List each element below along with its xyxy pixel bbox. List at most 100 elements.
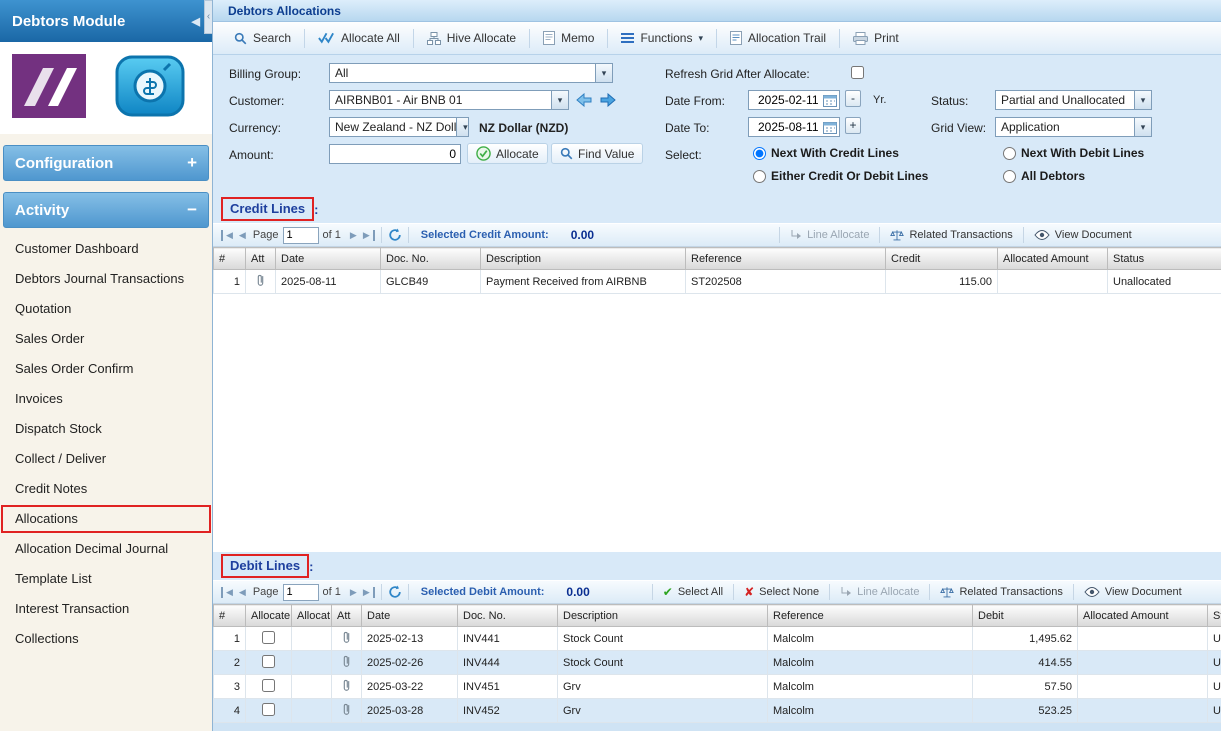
sidebar-item-collect-deliver[interactable]: Collect / Deliver [0,444,212,474]
first-page-button[interactable]: ◀ [221,587,236,598]
col-allocated-amount[interactable]: Allocated Amount [1078,605,1208,627]
print-button[interactable]: Print [844,27,908,49]
allocate-button[interactable]: Allocate [467,143,548,164]
find-value-button[interactable]: Find Value [551,143,643,164]
sidebar-section-configuration[interactable]: Configuration + [3,145,209,181]
sidebar-collapse-icon[interactable]: ◀ [192,15,200,28]
col-credit[interactable]: Credit [886,248,998,270]
date-from-input[interactable] [754,91,823,109]
dropdown-arrow-icon[interactable]: ▾ [595,64,612,82]
memo-button[interactable]: Memo [534,27,603,49]
sidebar-item-credit-notes[interactable]: Credit Notes [0,474,212,504]
first-page-button[interactable]: ◀ [221,230,236,241]
date-to-field[interactable] [748,117,840,137]
dropdown-arrow-icon[interactable]: ▾ [551,91,568,109]
date-to-input[interactable] [754,118,823,136]
dropdown-arrow-icon[interactable]: ▾ [456,118,469,136]
previous-page-button[interactable]: ◀ [236,587,249,598]
next-customer-button[interactable] [597,90,619,109]
collapse-icon[interactable]: − [187,200,197,220]
col-date[interactable]: Date [362,605,458,627]
radio-next-with-debit-lines[interactable]: Next With Debit Lines [1003,146,1144,160]
functions-menu-button[interactable]: Functions ▾ [612,27,712,49]
credit-row[interactable]: 1 2025-08-11 GLCB49 Payment Received fro… [214,270,1221,294]
allocate-checkbox-cell[interactable] [246,651,292,675]
col-status[interactable]: Status [1108,248,1221,270]
refresh-grid-checkbox[interactable] [851,66,864,79]
sidebar-splitter-handle[interactable]: ‹ [204,0,212,34]
related-transactions-button[interactable]: Related Transactions [936,586,1066,599]
search-button[interactable]: Search [225,27,300,49]
attachment-cell[interactable] [246,270,276,294]
refresh-button[interactable] [388,585,402,599]
sidebar-item-template-list[interactable]: Template List [0,564,212,594]
sidebar-item-interest-transaction[interactable]: Interest Transaction [0,594,212,624]
col-number[interactable]: # [214,248,246,270]
col-allocated[interactable]: Allocat [292,605,332,627]
attachment-cell[interactable] [332,699,362,723]
allocate-all-button[interactable]: Allocate All [309,27,409,49]
related-transactions-button[interactable]: Related Transactions [886,229,1016,242]
col-description[interactable]: Description [481,248,686,270]
expand-icon[interactable]: + [187,153,197,173]
attachment-cell[interactable] [332,627,362,651]
dropdown-arrow-icon[interactable]: ▾ [1134,91,1151,109]
calendar-icon[interactable] [823,94,839,107]
col-attachment[interactable]: Att [246,248,276,270]
previous-page-button[interactable]: ◀ [236,230,249,241]
line-allocate-button[interactable]: Line Allocate [786,229,873,241]
date-plus-button[interactable]: + [845,117,861,134]
dropdown-arrow-icon[interactable]: ▾ [1134,118,1151,136]
currency-dropdown[interactable]: New Zealand - NZ Doll ▾ [329,117,469,137]
sidebar-item-customer-dashboard[interactable]: Customer Dashboard [0,234,212,264]
debit-row[interactable]: 3 2025-03-22 INV451 Grv Malcolm 57.50 Un… [214,675,1221,699]
allocate-checkbox[interactable] [262,655,275,668]
refresh-button[interactable] [388,228,402,242]
customer-dropdown[interactable]: AIRBNB01 - Air BNB 01 ▾ [329,90,569,110]
allocate-checkbox[interactable] [262,679,275,692]
col-doc-no[interactable]: Doc. No. [381,248,481,270]
amount-field[interactable] [329,144,461,164]
allocate-checkbox-cell[interactable] [246,627,292,651]
radio-input[interactable] [753,170,766,183]
col-attachment[interactable]: Att [332,605,362,627]
date-from-field[interactable] [748,90,840,110]
last-page-button[interactable]: ▶ [360,230,375,241]
allocate-checkbox-cell[interactable] [246,699,292,723]
select-none-button[interactable]: ✘ Select None [740,585,823,599]
col-doc-no[interactable]: Doc. No. [458,605,558,627]
view-document-button[interactable]: View Document [1030,229,1136,241]
debit-row[interactable]: 4 2025-03-28 INV452 Grv Malcolm 523.25 U… [214,699,1221,723]
radio-input[interactable] [1003,170,1016,183]
allocate-checkbox[interactable] [262,631,275,644]
debit-page-input[interactable] [283,584,319,601]
col-status[interactable]: Status [1208,605,1221,627]
debit-row[interactable]: 2 2025-02-26 INV444 Stock Count Malcolm … [214,651,1221,675]
line-allocate-button[interactable]: Line Allocate [836,586,923,598]
next-page-button[interactable]: ▶ [347,587,360,598]
col-number[interactable]: # [214,605,246,627]
attachment-cell[interactable] [332,651,362,675]
hive-allocate-button[interactable]: Hive Allocate [418,27,525,49]
col-date[interactable]: Date [276,248,381,270]
calendar-icon[interactable] [823,121,839,134]
next-page-button[interactable]: ▶ [347,230,360,241]
sidebar-item-invoices[interactable]: Invoices [0,384,212,414]
sidebar-item-dispatch-stock[interactable]: Dispatch Stock [0,414,212,444]
attachment-cell[interactable] [332,675,362,699]
allocation-trail-button[interactable]: Allocation Trail [721,27,835,49]
credit-page-input[interactable] [283,227,319,244]
radio-next-with-credit-lines[interactable]: Next With Credit Lines [753,146,899,160]
col-reference[interactable]: Reference [686,248,886,270]
sidebar-section-activity[interactable]: Activity − [3,192,209,228]
grid-view-dropdown[interactable]: Application ▾ [995,117,1152,137]
radio-input[interactable] [753,147,766,160]
sidebar-item-allocations[interactable]: Allocations [0,504,212,534]
select-all-button[interactable]: ✔ Select All [659,585,727,599]
billing-group-dropdown[interactable]: All ▾ [329,63,613,83]
previous-customer-button[interactable] [573,90,595,109]
allocate-checkbox[interactable] [262,703,275,716]
col-allocated-amount[interactable]: Allocated Amount [998,248,1108,270]
sidebar-item-sales-order[interactable]: Sales Order [0,324,212,354]
allocate-checkbox-cell[interactable] [246,675,292,699]
